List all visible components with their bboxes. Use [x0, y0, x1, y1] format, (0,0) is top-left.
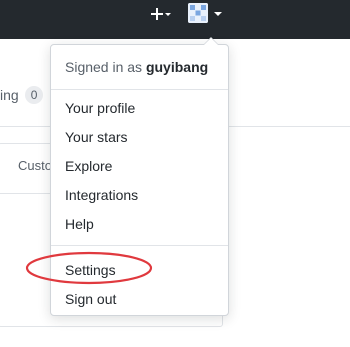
tab-counter: 0	[24, 86, 44, 104]
create-new-button[interactable]	[147, 4, 175, 24]
user-dropdown-menu: Signed in as guyibang Your profile Your …	[25, 37, 229, 316]
dropdown-divider	[51, 245, 228, 246]
menu-item-help[interactable]: Help	[65, 215, 94, 233]
dropdown-divider	[51, 89, 228, 90]
username: guyibang	[145, 59, 209, 75]
user-menu-button[interactable]	[188, 2, 224, 24]
caret-down-icon	[165, 13, 171, 16]
background-tab-customize[interactable]: Custo	[18, 158, 52, 173]
tab-label-partial: ing	[0, 87, 19, 103]
menu-item-integrations[interactable]: Integrations	[65, 186, 138, 204]
caret-down-icon	[214, 12, 222, 16]
avatar	[188, 3, 208, 23]
page: ing 0 Custo Signed in as guyibang Your p…	[0, 0, 350, 347]
menu-item-settings[interactable]: Settings	[65, 261, 116, 279]
identicon-avatar-icon	[188, 3, 208, 23]
dropdown-caret	[204, 31, 218, 45]
menu-item-sign-out[interactable]: Sign out	[65, 290, 116, 308]
menu-item-explore[interactable]: Explore	[65, 157, 112, 175]
menu-item-your-stars[interactable]: Your stars	[65, 128, 128, 146]
menu-item-your-profile[interactable]: Your profile	[65, 99, 135, 117]
background-tab-following[interactable]: ing 0	[0, 86, 44, 104]
signed-in-header: Signed in as guyibang	[65, 59, 208, 75]
plus-icon	[151, 8, 171, 20]
signed-in-prefix: Signed in as	[65, 59, 143, 75]
top-header-bar	[0, 0, 350, 39]
